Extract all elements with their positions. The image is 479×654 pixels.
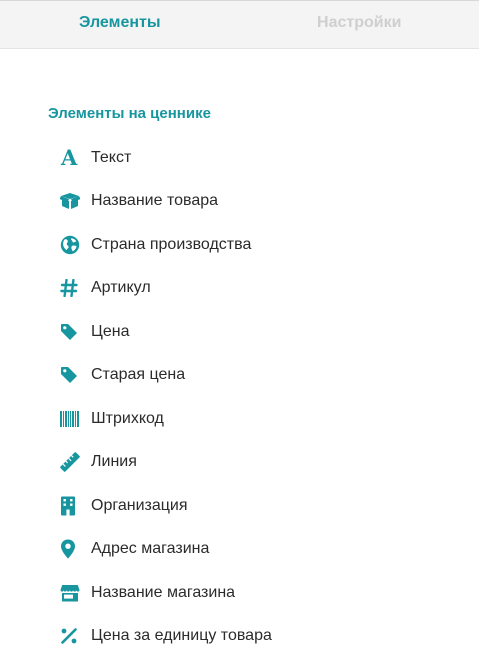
tab-settings[interactable]: Настройки [240, 0, 479, 48]
list-item-barcode[interactable]: Штрихкод [60, 397, 272, 441]
list-item-store-address[interactable]: Адрес магазина [60, 528, 272, 572]
building-icon [60, 496, 82, 516]
box-icon [60, 191, 82, 211]
store-icon [60, 583, 82, 603]
list-item-price[interactable]: Цена [60, 310, 272, 354]
barcode-icon [60, 409, 82, 429]
hashtag-icon [60, 278, 82, 298]
ruler-icon [60, 452, 82, 473]
elements-panel: Элементы Настройки Элементы на ценнике A… [0, 0, 479, 654]
globe-icon [60, 235, 82, 255]
map-pin-icon [60, 539, 82, 559]
tab-elements[interactable]: Элементы [0, 0, 240, 48]
list-item-label: Старая цена [91, 366, 186, 384]
list-item-label: Название товара [91, 192, 219, 210]
list-item-store-name[interactable]: Название магазина [60, 571, 272, 615]
list-item-label: Страна производства [91, 235, 252, 253]
list-item-label: Адрес магазина [91, 540, 210, 558]
list-item-text[interactable]: A Текст [60, 136, 272, 180]
list-item-label: Текст [91, 148, 132, 166]
text-icon: A [60, 144, 82, 170]
list-item-old-price[interactable]: Старая цена [60, 354, 272, 398]
percent-icon [60, 626, 82, 646]
tab-bar: Элементы Настройки [0, 0, 479, 49]
tag-icon [60, 322, 82, 342]
list-item-label: Организация [91, 496, 188, 514]
list-item-label: Линия [91, 453, 137, 471]
list-item-label: Название магазина [91, 583, 236, 601]
list-item-product-name[interactable]: Название товара [60, 180, 272, 224]
list-item-line[interactable]: Линия [60, 441, 272, 485]
list-item-country[interactable]: Страна производства [60, 223, 272, 267]
element-list: A Текст Название товара Страна производс… [60, 136, 272, 654]
list-item-organization[interactable]: Организация [60, 484, 272, 528]
list-item-label: Штрихкод [91, 409, 164, 427]
list-item-label: Цена за единицу товара [91, 627, 272, 645]
list-item-label: Цена [91, 322, 130, 340]
text-icon-glyph: A [61, 144, 78, 170]
list-item-unit-price[interactable]: Цена за единицу товара [60, 615, 272, 654]
tag-icon [60, 365, 82, 385]
list-item-article[interactable]: Артикул [60, 267, 272, 311]
section-title: Элементы на ценнике [48, 105, 211, 122]
list-item-label: Артикул [91, 279, 151, 297]
